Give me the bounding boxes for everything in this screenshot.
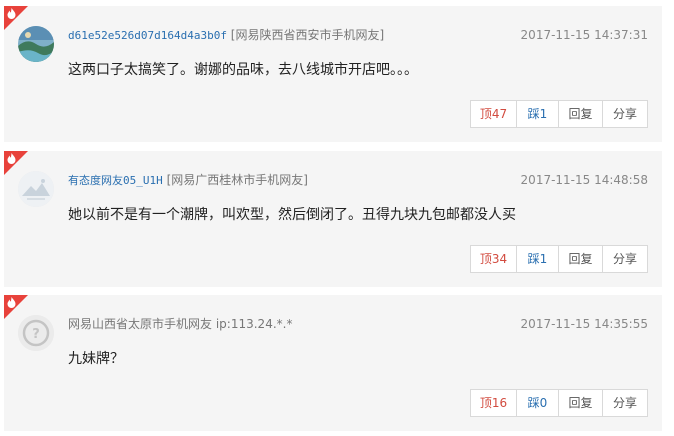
comment-time: 2017-11-15 14:37:31 <box>520 28 648 42</box>
comment-actions: 顶47 踩1 回复 分享 <box>470 100 648 128</box>
upvote-button[interactable]: 顶47 <box>471 101 516 127</box>
share-button[interactable]: 分享 <box>602 390 647 416</box>
downvote-button[interactable]: 踩0 <box>516 390 558 416</box>
upvote-button[interactable]: 顶16 <box>471 390 516 416</box>
landscape-avatar-image <box>18 26 54 62</box>
comment-text: 这两口子太搞笑了。谢娜的品味，去八线城市开店吧。。。 <box>68 62 418 78</box>
svg-text:?: ? <box>32 327 40 342</box>
share-button[interactable]: 分享 <box>602 246 647 272</box>
avatar[interactable] <box>18 26 54 62</box>
anonymous-avatar-image: ? <box>18 315 54 351</box>
comment-text: 她以前不是有一个潮牌，叫欢型，然后倒闭了。丑得九块九包邮都没人买 <box>68 207 516 223</box>
flame-icon <box>7 153 16 164</box>
comment-text: 九妹牌？ <box>68 351 124 367</box>
mountain-default-avatar-image <box>18 171 54 207</box>
share-button[interactable]: 分享 <box>602 101 647 127</box>
flame-icon <box>7 8 16 19</box>
comment-meta: d61e52e526d07d164d4a3b0f [网易陕西省西安市手机网友] <box>68 28 384 43</box>
comment-time: 2017-11-15 14:35:55 <box>520 317 648 331</box>
comment-card: 有态度网友05_U1H [网易广西桂林市手机网友] 2017-11-15 14:… <box>4 151 662 287</box>
downvote-button[interactable]: 踩1 <box>516 101 558 127</box>
username-link[interactable]: 有态度网友05_U1H <box>68 174 163 187</box>
comment-time: 2017-11-15 14:48:58 <box>520 173 648 187</box>
comment-actions: 顶34 踩1 回复 分享 <box>470 245 648 273</box>
user-ip: ip:113.24.*.* <box>215 317 293 331</box>
comment-meta: 有态度网友05_U1H [网易广西桂林市手机网友] <box>68 173 308 188</box>
username-text: 网易山西省太原市手机网友 <box>68 317 213 331</box>
downvote-button[interactable]: 踩1 <box>516 246 558 272</box>
comment-list: d61e52e526d07d164d4a3b0f [网易陕西省西安市手机网友] … <box>0 0 674 436</box>
upvote-button[interactable]: 顶34 <box>471 246 516 272</box>
avatar[interactable] <box>18 171 54 207</box>
username-link[interactable]: d61e52e526d07d164d4a3b0f <box>68 29 227 42</box>
reply-button[interactable]: 回复 <box>558 390 602 416</box>
avatar[interactable]: ? <box>18 315 54 351</box>
comment-actions: 顶16 踩0 回复 分享 <box>470 389 648 417</box>
reply-button[interactable]: 回复 <box>558 246 602 272</box>
flame-icon <box>7 297 16 308</box>
comment-card: ? 网易山西省太原市手机网友 ip:113.24.*.* 2017-11-15 … <box>4 295 662 431</box>
user-location: [网易陕西省西安市手机网友] <box>230 28 385 42</box>
comment-card: d61e52e526d07d164d4a3b0f [网易陕西省西安市手机网友] … <box>4 6 662 142</box>
user-location: [网易广西桂林市手机网友] <box>166 173 308 187</box>
comment-meta: 网易山西省太原市手机网友 ip:113.24.*.* <box>68 317 292 331</box>
reply-button[interactable]: 回复 <box>558 101 602 127</box>
